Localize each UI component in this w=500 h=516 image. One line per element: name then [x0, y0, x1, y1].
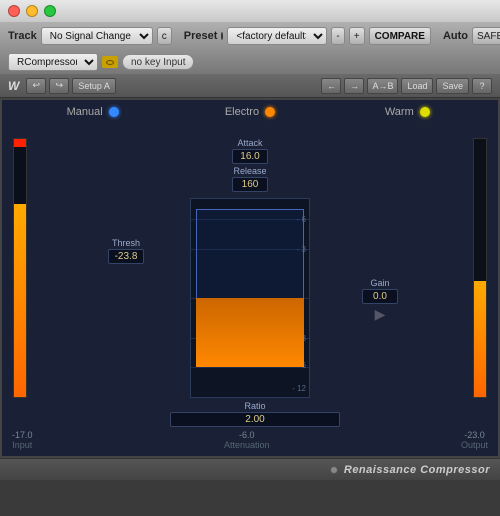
manual-mode-button[interactable]: Manual: [14, 106, 171, 118]
gain-group: Gain 0.0 ▶: [362, 278, 398, 323]
attenuation-grid: - 6 - 3 - 3 - 6 - 12: [190, 198, 310, 398]
release-group: Release 160: [232, 166, 268, 192]
close-button[interactable]: [8, 5, 20, 17]
warm-mode-button[interactable]: Warm: [329, 106, 486, 118]
gain-label: Gain: [362, 278, 398, 288]
setup-button[interactable]: Setup A: [72, 78, 116, 94]
electro-label: Electro: [225, 106, 259, 118]
waves-logo: W: [8, 79, 19, 93]
plugin-select[interactable]: RCompressor: [8, 53, 98, 71]
compressor-display: Attack 16.0 Release 160 Thresh -23.8 Gai…: [34, 138, 466, 427]
bottom-labels-row: -17.0 Input -6.0 Attenuation -23.0 Outpu…: [2, 430, 498, 450]
minimize-button[interactable]: [26, 5, 38, 17]
ratio-group: Ratio 2.00: [170, 401, 340, 427]
output-bottom-group: -23.0 Output: [461, 430, 488, 450]
arrow-right-button[interactable]: →: [344, 78, 364, 94]
preset-select[interactable]: <factory default>: [227, 27, 327, 45]
grid-container: Thresh -23.8 Gain 0.0 ▶: [160, 198, 340, 427]
input-meter-container: [10, 138, 30, 398]
output-meter-container: [470, 138, 490, 398]
attenuation-value-display: -6.0: [224, 430, 270, 440]
title-bar: [0, 0, 500, 22]
help-button[interactable]: ?: [472, 78, 492, 94]
ratio-label: Ratio: [170, 401, 340, 411]
output-value-display: -23.0: [461, 430, 488, 440]
output-meter: [473, 138, 487, 398]
input-bottom-label: Input: [12, 440, 33, 450]
ab-button[interactable]: A→B: [367, 78, 398, 94]
plugin-toolbar: W ↩ ↪ Setup A ← → A→B Load Save ?: [0, 74, 500, 98]
attack-group: Attack 16.0: [232, 138, 268, 164]
preset-plus-button[interactable]: +: [349, 27, 365, 45]
release-value[interactable]: 160: [232, 177, 268, 192]
preset-minus-button[interactable]: -: [331, 27, 344, 45]
compare-button[interactable]: COMPARE: [369, 27, 431, 45]
warm-label: Warm: [385, 106, 414, 118]
mode-bar: Manual Electro Warm: [2, 100, 498, 124]
top-controls-bar: Track No Signal Change c Preset <factory…: [0, 22, 500, 50]
thresh-group: Thresh -23.8: [108, 238, 144, 264]
thresh-value[interactable]: -23.8: [108, 249, 144, 264]
second-bar: RCompressor no key Input: [0, 50, 500, 74]
thresh-label: Thresh: [108, 238, 144, 248]
no-signal-select[interactable]: No Signal Change: [41, 27, 153, 45]
attack-value[interactable]: 16.0: [232, 149, 268, 164]
output-meter-orange: [474, 281, 486, 397]
safe-button[interactable]: SAFE: [472, 27, 500, 45]
arrow-left-button[interactable]: ←: [321, 78, 341, 94]
input-bottom-group: -17.0 Input: [12, 430, 33, 450]
electro-mode-button[interactable]: Electro: [171, 106, 328, 118]
warm-dot: [420, 107, 430, 117]
input-meter-red: [14, 139, 26, 147]
key-c-button[interactable]: c: [157, 27, 172, 45]
electro-dot: [265, 107, 275, 117]
undo-button[interactable]: ↩: [26, 78, 46, 94]
redo-button[interactable]: ↪: [49, 78, 69, 94]
bottom-dot: [330, 466, 338, 474]
compression-fill: [196, 298, 304, 367]
attenuation-bottom-label: Attenuation: [224, 440, 270, 450]
manual-label: Manual: [67, 106, 103, 118]
output-bottom-label: Output: [461, 440, 488, 450]
save-button[interactable]: Save: [436, 78, 469, 94]
gain-value[interactable]: 0.0: [362, 289, 398, 304]
gain-arrow-right[interactable]: ▶: [362, 306, 398, 323]
key-input-display: no key Input: [122, 54, 194, 70]
manual-dot: [109, 107, 119, 117]
plugin-name-display: Renaissance Compressor: [344, 464, 490, 476]
bottom-bar: Renaissance Compressor: [0, 458, 500, 480]
input-meter: [13, 138, 27, 398]
preset-label: Preset: [184, 30, 218, 42]
track-label: Track: [8, 30, 37, 42]
maximize-button[interactable]: [44, 5, 56, 17]
auto-label: Auto: [443, 30, 468, 42]
attenuation-bottom-group: -6.0 Attenuation: [224, 430, 270, 450]
input-meter-orange: [14, 204, 26, 398]
grid-label-m12: - 12: [292, 384, 306, 393]
attack-label: Attack: [232, 138, 268, 148]
key-icon: [102, 56, 118, 68]
release-label: Release: [232, 166, 268, 176]
plugin-main-area: Manual Electro Warm Attack 16.0: [0, 98, 500, 458]
preset-dot: [221, 32, 223, 40]
input-value-display: -17.0: [12, 430, 33, 440]
load-button[interactable]: Load: [401, 78, 433, 94]
ratio-value[interactable]: 2.00: [170, 412, 340, 427]
grid-line-4: [191, 367, 309, 368]
